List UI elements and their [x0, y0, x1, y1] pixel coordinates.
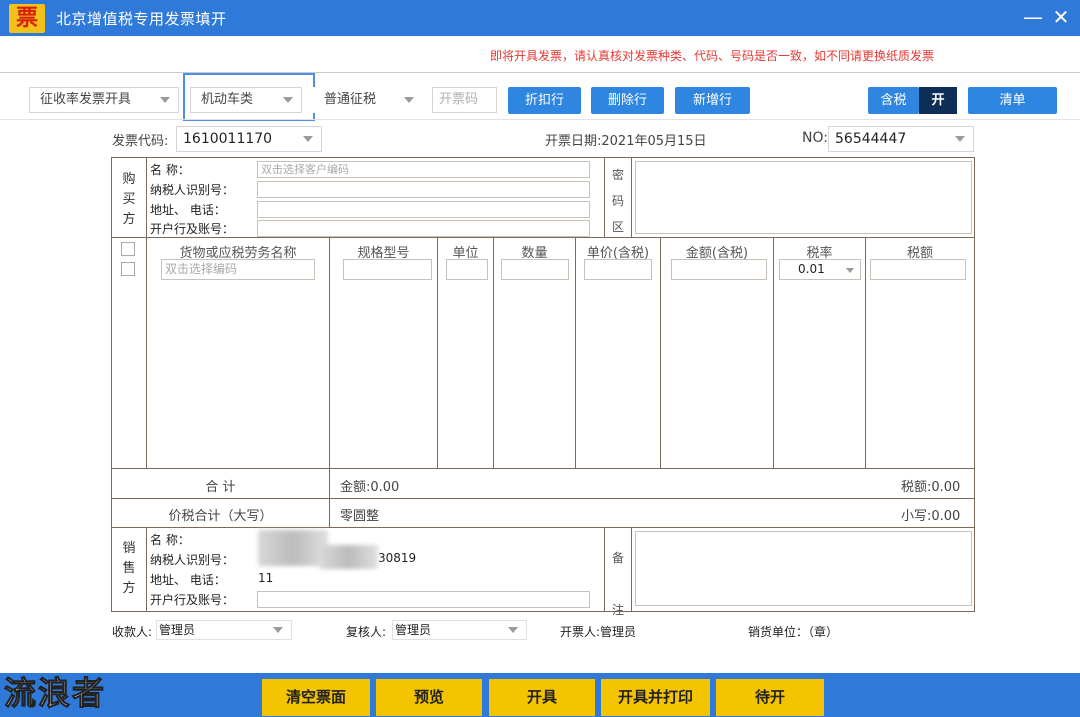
- title-bar: 票 北京增值税专用发票填开 — ✕: [0, 0, 1080, 36]
- seller-name-label: 名 称：: [150, 533, 190, 547]
- seller-taxid-label: 纳税人识别号：: [150, 553, 235, 567]
- invoice-no-value: 56544447: [835, 131, 907, 147]
- issue-button[interactable]: 开具: [489, 679, 595, 716]
- chevron-down-icon: [273, 627, 283, 633]
- delete-row-button[interactable]: 删除行: [591, 87, 664, 114]
- redacted-block: [320, 545, 378, 569]
- list-button[interactable]: 清单: [968, 87, 1057, 114]
- buyer-section-label: 购买方: [122, 172, 136, 227]
- remark-input[interactable]: [635, 531, 972, 606]
- buyer-name-input[interactable]: 双击选择客户编码: [257, 161, 590, 178]
- chevron-down-icon: [404, 97, 414, 103]
- invoice-code-select[interactable]: 1610011170: [176, 126, 322, 152]
- item-spec-input[interactable]: [343, 259, 432, 280]
- item-name-input[interactable]: 双击选择编码: [161, 259, 315, 280]
- payee-label: 收款人:: [112, 625, 153, 639]
- invoice-code-label: 发票代码:: [112, 134, 169, 149]
- buyer-taxid-label: 纳税人识别号：: [150, 183, 235, 197]
- sum-uppercase-value: 零圆整: [340, 509, 380, 524]
- item-tax-input[interactable]: [870, 259, 966, 280]
- watermark-text: 流浪者: [3, 674, 107, 713]
- issue-and-print-button[interactable]: 开具并打印: [601, 679, 710, 716]
- seller-section-label: 销售方: [122, 541, 136, 596]
- preview-button[interactable]: 预览: [376, 679, 482, 716]
- total-label: 合 计: [205, 480, 236, 495]
- issue-type-value: 征收率发票开具: [40, 92, 132, 107]
- invoice-code-input[interactable]: 开票码: [432, 87, 497, 113]
- invoice-code-value: 1610011170: [183, 131, 273, 147]
- buyer-name-label: 名 称：: [150, 163, 190, 177]
- drawer-value: 管理员: [600, 625, 637, 639]
- invoice-app-icon: 票: [9, 4, 45, 33]
- total-amount: 金额:0.00: [340, 480, 400, 495]
- add-row-button[interactable]: 新增行: [675, 87, 750, 114]
- buyer-bank-label: 开户行及账号：: [150, 222, 235, 236]
- invoice-category-select[interactable]: 机动车类: [190, 87, 302, 113]
- item-unit-input[interactable]: [446, 259, 488, 280]
- item-tax-rate-select[interactable]: 0.01: [779, 259, 861, 280]
- buyer-taxid-input[interactable]: [257, 181, 590, 198]
- reviewer-select[interactable]: 管理员: [392, 620, 527, 640]
- payee-value: 管理员: [159, 623, 196, 637]
- sum-lowercase-value: 小写:0.00: [901, 509, 961, 524]
- item-amount-input[interactable]: [671, 259, 767, 280]
- tax-rate-value: 0.01: [798, 262, 825, 276]
- minimize-button[interactable]: —: [1020, 4, 1046, 30]
- window-title: 北京增值税专用发票填开: [56, 10, 227, 28]
- cipher-area: [635, 161, 972, 234]
- chevron-down-icon: [846, 268, 854, 273]
- cipher-area-label: 密码区: [611, 168, 624, 234]
- invoice-category-value: 机动车类: [201, 92, 254, 107]
- total-tax: 税额:0.00: [901, 480, 961, 495]
- seller-address-label: 地址、 电话：: [150, 573, 226, 587]
- clear-invoice-button[interactable]: 清空票面: [262, 679, 370, 716]
- item-unit-price-input[interactable]: [584, 259, 652, 280]
- invoice-no-select[interactable]: 56544447: [828, 126, 974, 152]
- chevron-down-icon: [303, 136, 313, 142]
- divider: [0, 72, 1080, 73]
- redacted-block: [258, 530, 328, 566]
- row-checkbox[interactable]: [121, 262, 135, 276]
- issue-date-value: 2021年05月15日: [601, 134, 707, 149]
- divider: [0, 119, 1080, 120]
- chevron-down-icon: [508, 627, 518, 633]
- chevron-down-icon: [160, 97, 170, 103]
- select-all-checkbox[interactable]: [121, 242, 135, 256]
- pending-button[interactable]: 待开: [716, 679, 824, 716]
- seller-bank-label: 开户行及账号：: [150, 593, 235, 607]
- issue-date-label: 开票日期:2021年05月15日: [545, 134, 707, 149]
- seller-unit-label: 销货单位：（章）: [748, 625, 839, 639]
- warning-notice: 即将开具发票，请认真核对发票种类、代码、号码是否一致，如不同请更换纸质发票: [490, 49, 935, 63]
- tax-included-button[interactable]: 含税: [868, 87, 919, 114]
- issue-type-select[interactable]: 征收率发票开具: [29, 87, 179, 113]
- seller-address-value: 11: [258, 571, 274, 585]
- seller-taxid-value: 30819: [378, 551, 417, 565]
- sum-uppercase-label: 价税合计（大写）: [168, 509, 273, 524]
- invoice-no-label: NO:: [802, 130, 828, 146]
- chevron-down-icon: [955, 136, 965, 142]
- drawer-label: 开票人:管理员: [560, 625, 637, 639]
- tax-type-value: 普通征税: [324, 92, 377, 107]
- reviewer-label: 复核人:: [346, 625, 387, 639]
- discount-row-button[interactable]: 折扣行: [508, 87, 581, 114]
- buyer-bank-input[interactable]: [257, 220, 590, 237]
- buyer-address-label: 地址、 电话：: [150, 203, 226, 217]
- buyer-address-input[interactable]: [257, 201, 590, 218]
- close-button[interactable]: ✕: [1048, 4, 1074, 30]
- item-quantity-input[interactable]: [501, 259, 569, 280]
- tax-included-toggle[interactable]: 开: [919, 87, 957, 114]
- chevron-down-icon: [283, 97, 293, 103]
- seller-bank-field: [257, 591, 590, 608]
- remark-label: 备注: [611, 551, 624, 617]
- payee-select[interactable]: 管理员: [156, 620, 292, 640]
- reviewer-value: 管理员: [395, 623, 432, 637]
- tax-type-select[interactable]: 普通征税: [313, 87, 423, 113]
